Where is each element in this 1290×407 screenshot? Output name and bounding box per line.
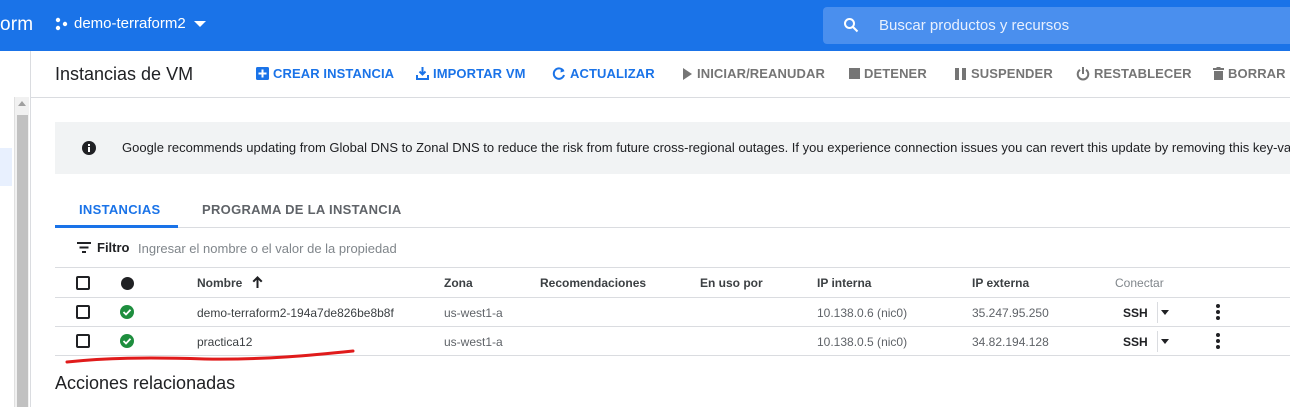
reset-button[interactable]: RESTABLECER — [1076, 66, 1192, 81]
running-status-icon — [120, 334, 134, 348]
refresh-icon — [552, 66, 565, 80]
create-instance-button[interactable]: CREAR INSTANCIA — [256, 66, 394, 81]
related-actions-heading: Acciones relacionadas — [55, 373, 236, 393]
running-status-icon — [120, 305, 134, 319]
stop-button[interactable]: DETENER — [849, 66, 927, 81]
scrollbar-thumb[interactable] — [17, 115, 28, 407]
ssh-dropdown-icon[interactable] — [1161, 339, 1169, 344]
table-header: Nombre Zona Recomendaciones En uso por I… — [55, 268, 1290, 298]
delete-button[interactable]: BORRAR — [1213, 66, 1286, 81]
filter-icon — [77, 242, 91, 253]
nic-link[interactable]: nic0 — [881, 335, 903, 349]
info-icon — [82, 141, 96, 155]
column-internal-ip-header[interactable]: IP interna — [817, 276, 871, 290]
project-name: demo-terraform2 — [74, 15, 186, 32]
chevron-down-icon — [193, 20, 206, 27]
pause-icon — [955, 67, 966, 80]
search-input[interactable] — [879, 7, 1279, 44]
add-box-icon — [256, 67, 269, 80]
tab-bar: INSTANCIAS PROGRAMA DE LA INSTANCIA — [55, 192, 1290, 228]
instance-zone: us-west1-a — [444, 335, 503, 349]
status-column-icon[interactable] — [121, 277, 134, 290]
column-zone-header[interactable]: Zona — [444, 276, 473, 290]
ssh-divider — [1157, 302, 1158, 323]
search-box[interactable] — [823, 7, 1290, 44]
start-resume-button[interactable]: INICIAR/REANUDAR — [681, 66, 825, 81]
filter-input[interactable] — [138, 237, 638, 259]
column-in-use-by-header[interactable]: En uso por — [700, 276, 763, 290]
ssh-button[interactable]: SSH — [1123, 335, 1148, 349]
tab-instance-schedule[interactable]: PROGRAMA DE LA INSTANCIA — [202, 202, 402, 217]
column-connect-header: Conectar — [1115, 276, 1164, 290]
nav-selected-indicator — [0, 148, 12, 186]
scrollbar[interactable] — [14, 97, 29, 407]
project-selector[interactable]: demo-terraform2 — [54, 15, 206, 32]
stop-icon — [849, 68, 860, 79]
instance-internal-ip: 10.138.0.6 (nic0) — [817, 306, 908, 320]
page-title: Instancias de VM — [55, 64, 194, 84]
column-name-header[interactable]: Nombre — [197, 276, 263, 290]
action-bar: Instancias de VM CREAR INSTANCIA IMPORTA… — [31, 51, 1290, 98]
ssh-dropdown-icon[interactable] — [1161, 310, 1169, 315]
column-external-ip-header[interactable]: IP externa — [972, 276, 1029, 290]
select-all-checkbox[interactable] — [76, 276, 90, 290]
refresh-button[interactable]: ACTUALIZAR — [552, 66, 655, 81]
info-banner: Google recommends updating from Global D… — [55, 122, 1290, 174]
instance-external-ip[interactable]: 35.247.95.250 — [972, 306, 1049, 320]
filter-label: Filtro — [97, 240, 130, 255]
suspend-button[interactable]: SUSPENDER — [955, 66, 1053, 81]
filter-bar: Filtro — [55, 228, 1290, 268]
play-icon — [683, 67, 692, 80]
nic-link[interactable]: nic0 — [881, 306, 903, 320]
more-actions-icon[interactable] — [1216, 304, 1220, 322]
row-checkbox[interactable] — [76, 305, 90, 319]
top-app-bar: orm demo-terraform2 — [0, 0, 1290, 51]
tab-instances[interactable]: INSTANCIAS — [79, 202, 160, 217]
table-row[interactable]: demo-terraform2-194a7de826be8b8f us-west… — [55, 298, 1290, 327]
instance-name-link[interactable]: practica12 — [197, 335, 252, 349]
instance-internal-ip: 10.138.0.5 (nic0) — [817, 335, 908, 349]
sort-ascending-icon — [252, 276, 263, 288]
instance-name-link[interactable]: demo-terraform2-194a7de826be8b8f — [197, 306, 394, 320]
scroll-up-arrow[interactable] — [18, 101, 26, 106]
import-vm-button[interactable]: IMPORTAR VM — [416, 66, 526, 81]
ssh-button[interactable]: SSH — [1123, 306, 1148, 320]
project-icon — [55, 17, 68, 30]
ssh-divider — [1157, 331, 1158, 352]
red-annotation-underline — [65, 349, 355, 364]
import-icon — [416, 67, 429, 80]
brand-text[interactable]: orm — [0, 14, 33, 36]
power-icon — [1076, 66, 1090, 80]
column-recommendations-header[interactable]: Recomendaciones — [540, 276, 646, 290]
instance-zone: us-west1-a — [444, 306, 503, 320]
trash-icon — [1213, 67, 1224, 80]
more-actions-icon[interactable] — [1216, 333, 1220, 351]
row-checkbox[interactable] — [76, 334, 90, 348]
instance-external-ip[interactable]: 34.82.194.128 — [972, 335, 1049, 349]
search-icon — [844, 18, 859, 33]
banner-message: Google recommends updating from Global D… — [122, 140, 1290, 155]
